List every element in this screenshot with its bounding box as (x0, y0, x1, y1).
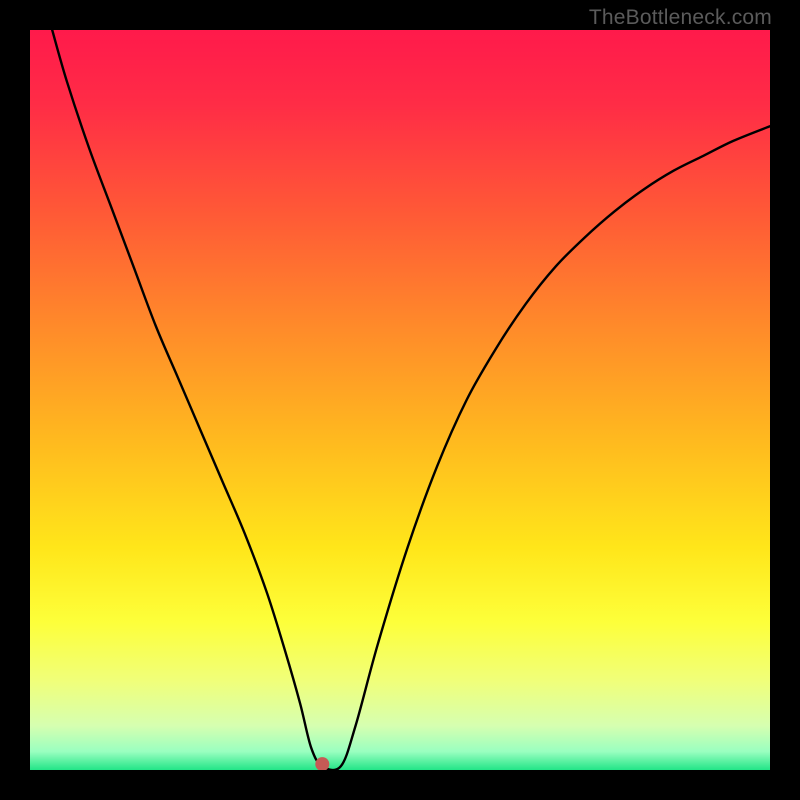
curve-layer (30, 30, 770, 770)
bottleneck-curve (52, 30, 770, 770)
watermark-text: TheBottleneck.com (589, 6, 772, 30)
chart-frame: TheBottleneck.com (0, 0, 800, 800)
plot-area (30, 30, 770, 770)
